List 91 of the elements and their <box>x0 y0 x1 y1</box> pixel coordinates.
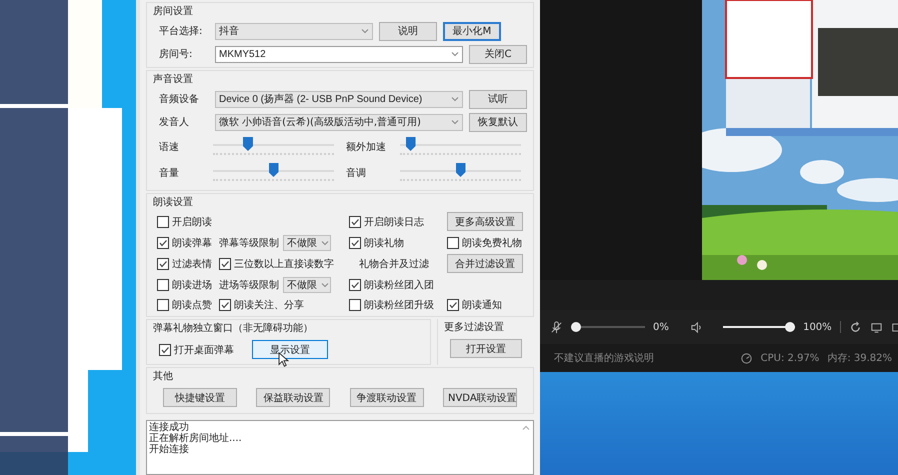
checkbox-box[interactable] <box>157 278 169 290</box>
slider-thumb[interactable] <box>268 163 278 177</box>
integration-button[interactable]: 争渡联动设置 <box>350 388 424 407</box>
checkbox-box[interactable] <box>159 344 171 356</box>
caret-icon <box>321 280 329 288</box>
open-settings-button[interactable]: 打开设置 <box>450 339 522 358</box>
memory-usage: 内存: 39.82% <box>827 352 892 365</box>
caret-icon <box>361 27 369 35</box>
slider-thumb[interactable] <box>242 137 253 151</box>
slider-thumb[interactable] <box>571 322 581 332</box>
checkbox-box[interactable] <box>157 216 169 228</box>
cpu-usage: CPU: 2.97% <box>760 352 820 364</box>
reset-button[interactable]: 恢复默认 <box>469 112 527 132</box>
integration-button[interactable]: NVDA联动设置 <box>442 388 517 407</box>
checkbox-box[interactable] <box>157 258 169 270</box>
caret-icon <box>321 238 329 246</box>
group-title: 更多过滤设置 <box>444 320 504 334</box>
log-line: 连接成功 <box>149 422 189 433</box>
slider-label: 音量 <box>159 166 180 180</box>
checkbox-box[interactable] <box>157 298 169 310</box>
group-title: 弹幕礼物独立窗口（非无障碍功能） <box>153 322 313 335</box>
field-label: 平台选择: <box>159 24 204 38</box>
group-title: 声音设置 <box>153 72 193 86</box>
volume-reading: 100% <box>803 322 832 332</box>
microphone-icon[interactable] <box>550 320 563 334</box>
checkbox[interactable]: 朗读弹幕 <box>157 236 217 250</box>
voice-dropdown[interactable]: 微软 小帅语音(云希)(高级版活动中,普通可用) <box>215 114 463 130</box>
checkbox[interactable]: 朗读进场 <box>157 278 217 292</box>
caret-icon <box>451 95 459 103</box>
field-label: 礼物合并及过滤 <box>358 258 430 270</box>
checkbox-box[interactable] <box>447 298 459 310</box>
field-label: 进场等级限制 <box>219 278 279 292</box>
slider-label: 音调 <box>346 166 367 180</box>
checkbox[interactable]: 朗读点赞 <box>157 298 217 312</box>
gauge-icon <box>740 352 753 364</box>
field-label: 房间号: <box>159 48 194 61</box>
log-textbox[interactable]: 连接成功 正在解析房间地址.... 开始连接 <box>146 420 534 475</box>
refresh-icon[interactable] <box>849 320 862 334</box>
slider-thumb[interactable] <box>785 322 796 332</box>
integration-button[interactable]: 保益联动设置 <box>256 388 330 407</box>
slider-thumb[interactable] <box>406 137 416 151</box>
test-button[interactable]: 试听 <box>469 90 527 108</box>
caret-icon <box>451 50 459 58</box>
display-settings-button[interactable]: 显示设置 <box>252 340 328 359</box>
log-line: 开始连接 <box>149 444 190 455</box>
checkbox-box[interactable] <box>447 236 459 248</box>
help-button[interactable]: 说明 <box>379 22 437 40</box>
room-id-combobox[interactable]: MKMY512 <box>215 46 463 62</box>
checkbox-box[interactable] <box>349 236 361 248</box>
level-dropdown[interactable]: 不做限 <box>283 276 331 292</box>
slider-label: 语速 <box>159 140 180 154</box>
checkbox-box[interactable] <box>349 216 361 228</box>
checkbox[interactable]: 朗读粉丝团升级 <box>349 298 445 312</box>
group-title: 其他 <box>153 370 173 383</box>
field-label: 弹幕等级限制 <box>219 236 279 250</box>
volume-reading: 0% <box>653 322 670 332</box>
minimize-button[interactable]: 最小化M <box>443 22 501 40</box>
checkbox[interactable]: 过滤表情 <box>157 256 217 270</box>
log-line: 正在解析房间地址.... <box>149 433 243 444</box>
checkbox[interactable]: 三位数以上直接读数字 <box>219 256 347 270</box>
checkbox[interactable]: 朗读通知 <box>447 298 529 312</box>
settings-button[interactable]: 更多高级设置 <box>447 212 523 231</box>
checkbox[interactable]: 朗读免费礼物 <box>447 236 529 250</box>
checkbox-box[interactable] <box>349 298 361 310</box>
integration-button[interactable]: 快捷键设置 <box>163 388 237 407</box>
checkbox[interactable]: 朗读礼物 <box>349 236 445 250</box>
group-title: 房间设置 <box>153 4 193 18</box>
slider-label: 额外加速 <box>346 140 387 154</box>
field-label: 音频设备 <box>159 92 200 106</box>
checkbox-box[interactable] <box>349 278 361 290</box>
slider-thumb[interactable] <box>456 163 466 177</box>
checkbox[interactable]: 开启朗读 <box>157 214 217 228</box>
close-button[interactable]: 关闭C <box>469 44 527 64</box>
checkbox[interactable]: 朗读粉丝团入团 <box>349 278 445 292</box>
checkbox-box[interactable] <box>157 236 169 248</box>
notice-link[interactable]: 不建议直播的游戏说明 <box>554 351 654 365</box>
caret-icon <box>451 118 459 126</box>
settings-button[interactable]: 合并过滤设置 <box>447 254 523 273</box>
group-title: 朗读设置 <box>153 196 193 209</box>
speaker-icon[interactable] <box>690 320 704 334</box>
checkbox[interactable]: 打开桌面弹幕 <box>159 342 234 356</box>
field-label: 发音人 <box>159 116 190 129</box>
window-icon[interactable] <box>891 320 898 334</box>
platform-dropdown[interactable]: 抖音 <box>215 22 373 40</box>
level-dropdown[interactable]: 不做限 <box>283 234 331 250</box>
checkbox[interactable]: 开启朗读日志 <box>349 214 445 228</box>
checkbox-box[interactable] <box>219 258 231 270</box>
screen-icon[interactable] <box>870 320 884 334</box>
checkbox[interactable]: 朗读关注、分享 <box>219 298 347 312</box>
audio-device-dropdown[interactable]: Device 0 (扬声器 (2- USB PnP Sound Device) <box>215 90 463 108</box>
checkbox-box[interactable] <box>219 298 231 310</box>
